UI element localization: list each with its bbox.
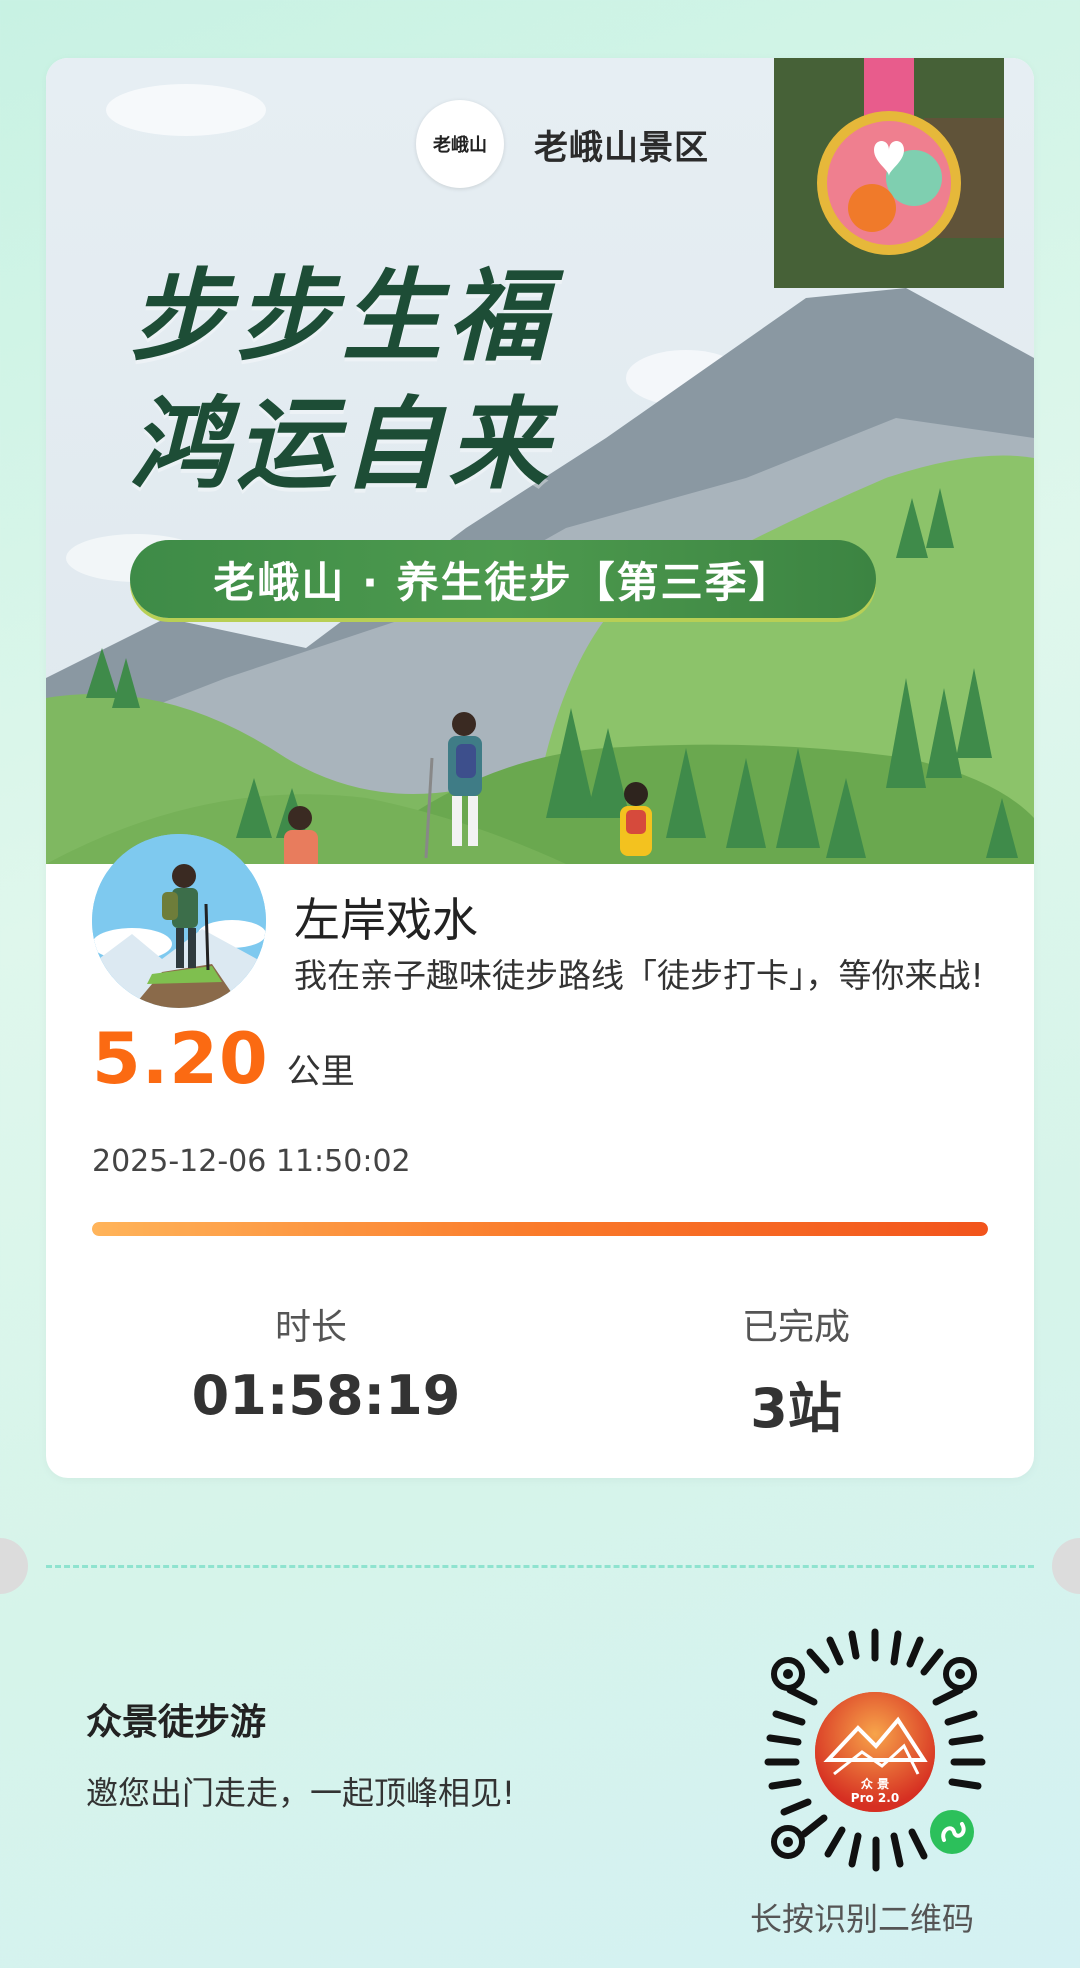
distance-block: 5.20 公里 [92, 1018, 355, 1100]
scenic-logo-group: 老峨山 老峨山景区 [416, 100, 709, 188]
progress-fill [92, 1222, 988, 1236]
ticket-notch-right [1052, 1538, 1080, 1594]
medal-image [774, 58, 1004, 288]
headline-line-1: 步步生福 [130, 258, 554, 375]
headline-line-2: 鸿运自来 [130, 386, 554, 503]
duration-stat: 时长 01:58:19 [166, 1298, 486, 1427]
headline: 步步生福 鸿运自来 [130, 253, 554, 509]
user-message: 我在亲子趣味徒步路线「徒步打卡」，等你来战! [294, 956, 984, 995]
qr-version: Pro 2.0 [851, 1791, 899, 1805]
event-banner: 老峨山 老峨山景区 步步生福 鸿运自来 老峨山 · 养生徒步【第三季】 [46, 58, 1034, 864]
user-name: 左岸戏水 [294, 893, 478, 947]
season-title-pill: 老峨山 · 养生徒步【第三季】 [130, 540, 876, 618]
record-datetime: 2025-12-06 11:50:02 [92, 1144, 411, 1179]
distance-value: 5.20 [92, 1018, 269, 1100]
progress-bar [92, 1222, 988, 1236]
completed-stat: 已完成 3站 [666, 1298, 926, 1443]
scenic-name: 老峨山景区 [534, 127, 709, 168]
qr-caption: 长按识别二维码 [750, 1900, 975, 1938]
distance-unit: 公里 [286, 1052, 355, 1092]
duration-value: 01:58:19 [191, 1364, 461, 1427]
mountain-logo-icon: 老峨山 [416, 100, 504, 188]
mini-program-qr-code[interactable]: 众 景 Pro 2.0 [748, 1628, 1002, 1882]
hiker-avatar [92, 834, 266, 1008]
share-card: 老峨山 老峨山景区 步步生福 鸿运自来 老峨山 · 养生徒步【第三季】 左岸戏水… [46, 58, 1034, 1478]
qr-center-text: 众 景 [861, 1776, 889, 1791]
completed-value: 3站 [750, 1377, 842, 1440]
brand-subtitle: 邀您出门走走，一起顶峰相见! [86, 1774, 515, 1812]
dashed-divider [46, 1565, 1034, 1568]
completed-label: 已完成 [741, 1307, 850, 1348]
brand-title: 众景徒步游 [86, 1702, 267, 1743]
ticket-notch-left [0, 1538, 28, 1594]
logo-text: 老峨山 [433, 135, 487, 156]
duration-label: 时长 [274, 1307, 347, 1348]
